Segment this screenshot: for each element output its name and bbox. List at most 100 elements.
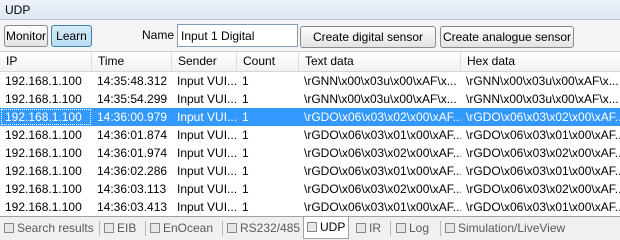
table-row[interactable]: 192.168.1.100 14:36:00.979 Input VUI... 1 \r… — [0, 108, 620, 126]
cell-ip: 192.168.1.100 — [5, 128, 82, 142]
cell-sender: Input VUI... — [177, 182, 237, 196]
table-row[interactable]: 192.168.1.100 14:36:02.286 Input VUI... 1 \r… — [0, 162, 620, 180]
cell-time: 14:36:02.286 — [97, 164, 168, 178]
cell-count: 1 — [242, 92, 249, 106]
cell-count: 1 — [242, 128, 249, 142]
cell-hex-data: \rGDO\x06\x03\x02\x00\xAF... — [466, 182, 620, 196]
name-label: Name — [142, 28, 175, 42]
table-row[interactable]: 192.168.1.100 14:36:03.113 Input VUI... 1 \r… — [0, 180, 620, 198]
column-header-sender[interactable]: Sender — [172, 52, 237, 71]
tab-udp[interactable]: UDP — [303, 217, 350, 239]
cell-sender: Input VUI... — [177, 164, 237, 178]
cell-count: 1 — [242, 200, 249, 214]
cell-sender: Input VUI... — [177, 146, 237, 160]
cell-ip: 192.168.1.100 — [5, 182, 82, 196]
cell-sender: Input VUI... — [177, 200, 237, 214]
tab-label: UDP — [320, 220, 346, 234]
cell-count: 1 — [242, 182, 249, 196]
cell-ip: 192.168.1.100 — [5, 200, 82, 214]
table-row[interactable]: 192.168.1.100 14:36:03.413 Input VUI... 1 \r… — [0, 198, 620, 216]
udp-icon — [307, 222, 317, 232]
learn-button[interactable]: Learn — [51, 25, 92, 47]
cell-hex-data: \rGNN\x00\x03u\x00\xAF\x... — [466, 74, 619, 88]
cell-text-data: \rGDO\x06\x03\x02\x00\xAF... — [304, 182, 461, 196]
tab-ir[interactable]: IR — [356, 219, 381, 238]
window-title: UDP — [5, 3, 31, 17]
eib-icon — [104, 223, 114, 233]
cell-sender: Input VUI... — [177, 128, 237, 142]
ir-icon — [356, 223, 366, 233]
tab-separator — [440, 221, 441, 236]
tab-label: RS232/485 — [240, 221, 301, 235]
cell-time: 14:36:03.413 — [97, 200, 168, 214]
cell-text-data: \rGDO\x06\x03\x02\x00\xAF... — [304, 146, 461, 160]
cell-ip: 192.168.1.100 — [5, 74, 82, 88]
tab-label: IR — [369, 221, 381, 235]
cell-time: 14:36:00.979 — [97, 110, 168, 124]
tab-label: Simulation/LiveView — [458, 221, 566, 235]
search-results-icon — [4, 223, 14, 233]
cell-sender: Input VUI... — [177, 74, 237, 88]
table-row[interactable]: 192.168.1.100 14:35:48.312 Input VUI... 1 \r… — [0, 72, 620, 90]
cell-hex-data: \rGDO\x06\x03\x01\x00\xAF... — [466, 164, 620, 178]
create-digital-sensor-button[interactable]: Create digital sensor — [300, 26, 436, 48]
cell-time: 14:35:48.312 — [97, 74, 168, 88]
udp-message-table: IP Time Sender Count Text data Hex data … — [0, 52, 620, 216]
cell-hex-data: \rGDO\x06\x03\x01\x00\xAF... — [466, 200, 620, 214]
tab-label: Log — [409, 221, 430, 235]
tab-label: Search results — [17, 221, 94, 235]
tab-label: EnOcean — [163, 221, 214, 235]
cell-ip: 192.168.1.100 — [0, 108, 92, 126]
bottom-tab-bar: Search results EIB EnOcean RS232/485 UDP… — [0, 216, 620, 240]
tab-separator — [145, 221, 146, 236]
window-title-bar: UDP — [0, 0, 620, 20]
cell-time: 14:36:03.113 — [97, 182, 167, 196]
cell-time: 14:36:01.974 — [97, 146, 168, 160]
tab-log[interactable]: Log — [396, 219, 429, 238]
cell-text-data: \rGDO\x06\x03\x01\x00\xAF... — [304, 128, 461, 142]
cell-ip: 192.168.1.100 — [5, 164, 82, 178]
name-input[interactable] — [177, 24, 298, 47]
cell-count: 1 — [242, 74, 249, 88]
table-row[interactable]: 192.168.1.100 14:36:01.874 Input VUI... 1 \r… — [0, 126, 620, 144]
column-header-ip[interactable]: IP — [0, 52, 92, 71]
simulation-icon — [445, 223, 455, 233]
tab-enocean[interactable]: EnOcean — [150, 219, 213, 238]
tab-eib[interactable]: EIB — [104, 219, 136, 238]
tab-separator — [390, 221, 391, 236]
tab-simulation-liveview[interactable]: Simulation/LiveView — [445, 219, 565, 238]
cell-text-data: \rGNN\x00\x03u\x00\xAF\x... — [304, 74, 457, 88]
cell-count: 1 — [242, 110, 249, 124]
cell-hex-data: \rGDO\x06\x03\x02\x00\xAF... — [466, 146, 620, 160]
cell-ip: 192.168.1.100 — [5, 92, 82, 106]
table-row[interactable]: 192.168.1.100 14:36:01.974 Input VUI... 1 \r… — [0, 144, 620, 162]
cell-text-data: \rGDO\x06\x03\x01\x00\xAF... — [304, 200, 461, 214]
tab-separator — [99, 221, 100, 236]
rs232-icon — [227, 223, 237, 233]
cell-text-data: \rGNN\x00\x03u\x00\xAF\x... — [304, 92, 457, 106]
tab-search-results[interactable]: Search results — [4, 219, 94, 238]
cell-hex-data: \rGDO\x06\x03\x01\x00\xAF... — [466, 128, 620, 142]
cell-hex-data: \rGDO\x06\x03\x02\x00\xAF... — [466, 110, 620, 124]
cell-hex-data: \rGNN\x00\x03u\x00\xAF\x... — [466, 92, 619, 106]
column-header-count[interactable]: Count — [237, 52, 299, 71]
monitor-button[interactable]: Monitor — [4, 25, 48, 47]
cell-text-data: \rGDO\x06\x03\x02\x00\xAF... — [304, 110, 461, 124]
tab-label: EIB — [117, 221, 137, 235]
column-header-time[interactable]: Time — [92, 52, 172, 71]
tab-rs232-485[interactable]: RS232/485 — [227, 219, 300, 238]
cell-time: 14:35:54.299 — [97, 92, 168, 106]
log-icon — [396, 223, 406, 233]
cell-ip: 192.168.1.100 — [5, 146, 82, 160]
create-analogue-sensor-button[interactable]: Create analogue sensor — [440, 26, 574, 48]
column-header-hex-data[interactable]: Hex data — [461, 52, 620, 71]
column-header-text-data[interactable]: Text data — [299, 52, 461, 71]
table-header: IP Time Sender Count Text data Hex data — [0, 52, 620, 72]
cell-count: 1 — [242, 146, 249, 160]
table-row[interactable]: 192.168.1.100 14:35:54.299 Input VUI... 1 \r… — [0, 90, 620, 108]
cell-sender: Input VUI... — [177, 110, 237, 124]
cell-text-data: \rGDO\x06\x03\x01\x00\xAF... — [304, 164, 461, 178]
tab-separator — [222, 221, 223, 236]
cell-time: 14:36:01.874 — [97, 128, 168, 142]
cell-count: 1 — [242, 164, 249, 178]
